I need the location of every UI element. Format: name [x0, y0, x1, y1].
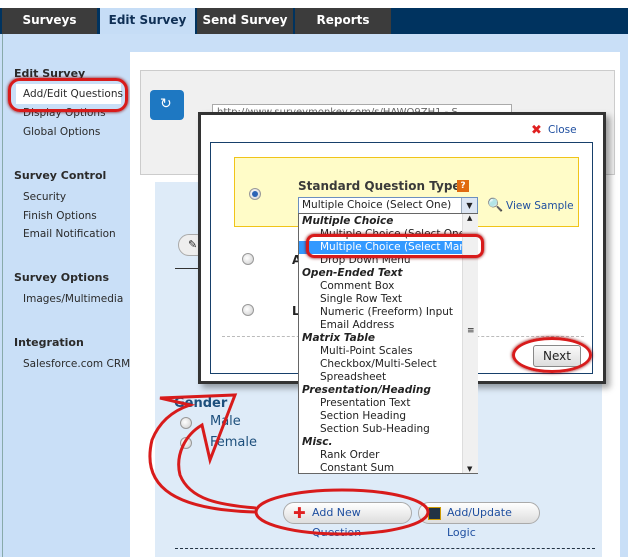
- magnifier-icon: 🔍: [487, 198, 504, 213]
- list-option[interactable]: Presentation Text: [299, 397, 462, 410]
- chevron-down-icon[interactable]: ▼: [461, 198, 477, 213]
- folder-icon: ↻: [150, 90, 184, 120]
- tab-reports[interactable]: Reports: [295, 8, 391, 34]
- select-value: Multiple Choice (Select One): [302, 199, 452, 211]
- radio-option-3[interactable]: [242, 304, 254, 316]
- highlight-ring: [512, 337, 592, 373]
- sidebar-item-images-multimedia[interactable]: Images/Multimedia: [23, 293, 123, 305]
- list-option[interactable]: Constant Sum: [299, 462, 462, 475]
- list-option[interactable]: Section Heading: [299, 410, 462, 423]
- sidebar-heading-survey-control: Survey Control: [14, 169, 107, 182]
- list-group-header: Open-Ended Text: [302, 267, 403, 279]
- sidebar-heading-integration: Integration: [14, 336, 84, 349]
- list-option[interactable]: Comment Box: [299, 280, 462, 293]
- sidebar-item-global-options[interactable]: Global Options: [23, 126, 100, 138]
- list-option[interactable]: Single Row Text: [299, 293, 462, 306]
- list-group-header: Matrix Table: [302, 332, 375, 344]
- list-option[interactable]: Checkbox/Multi-Select: [299, 358, 462, 371]
- radio-option-2[interactable]: [242, 253, 254, 265]
- list-option[interactable]: Multi-Point Scales: [299, 345, 462, 358]
- list-option[interactable]: Section Sub-Heading: [299, 423, 462, 436]
- radio-standard-types[interactable]: [249, 188, 261, 200]
- list-option[interactable]: Spreadsheet: [299, 371, 462, 384]
- list-group-header: Multiple Choice: [302, 215, 394, 227]
- sidebar-item-email-notification[interactable]: Email Notification: [23, 228, 116, 240]
- highlight-ring: [306, 234, 484, 258]
- sidebar-item-finish-options[interactable]: Finish Options: [23, 210, 97, 222]
- list-group-header: Misc.: [302, 436, 333, 448]
- standard-types-title: Standard Question Types: [298, 179, 468, 193]
- question-type-select[interactable]: Multiple Choice (Select One) ▼: [298, 197, 478, 214]
- close-icon[interactable]: ✖: [531, 123, 542, 138]
- view-sample-link[interactable]: View Sample: [506, 200, 574, 212]
- list-option[interactable]: Numeric (Freeform) Input: [299, 306, 462, 319]
- tab-edit-survey[interactable]: Edit Survey: [100, 8, 195, 34]
- sidebar-item-salesforce-crm[interactable]: Salesforce.com CRM: [23, 358, 130, 370]
- list-group-header: Presentation/Heading: [302, 384, 431, 396]
- sidebar-item-security[interactable]: Security: [23, 191, 66, 203]
- close-link[interactable]: Close: [548, 124, 577, 136]
- help-icon[interactable]: ?: [457, 180, 469, 192]
- sidebar-heading-survey-options: Survey Options: [14, 271, 109, 284]
- tab-surveys[interactable]: Surveys: [2, 8, 97, 34]
- list-option[interactable]: Rank Order: [299, 449, 462, 462]
- pencil-icon: ✎: [188, 238, 198, 251]
- highlight-ring: [8, 78, 128, 112]
- list-option[interactable]: Email Address: [299, 319, 462, 332]
- tab-send-survey[interactable]: Send Survey: [197, 8, 293, 34]
